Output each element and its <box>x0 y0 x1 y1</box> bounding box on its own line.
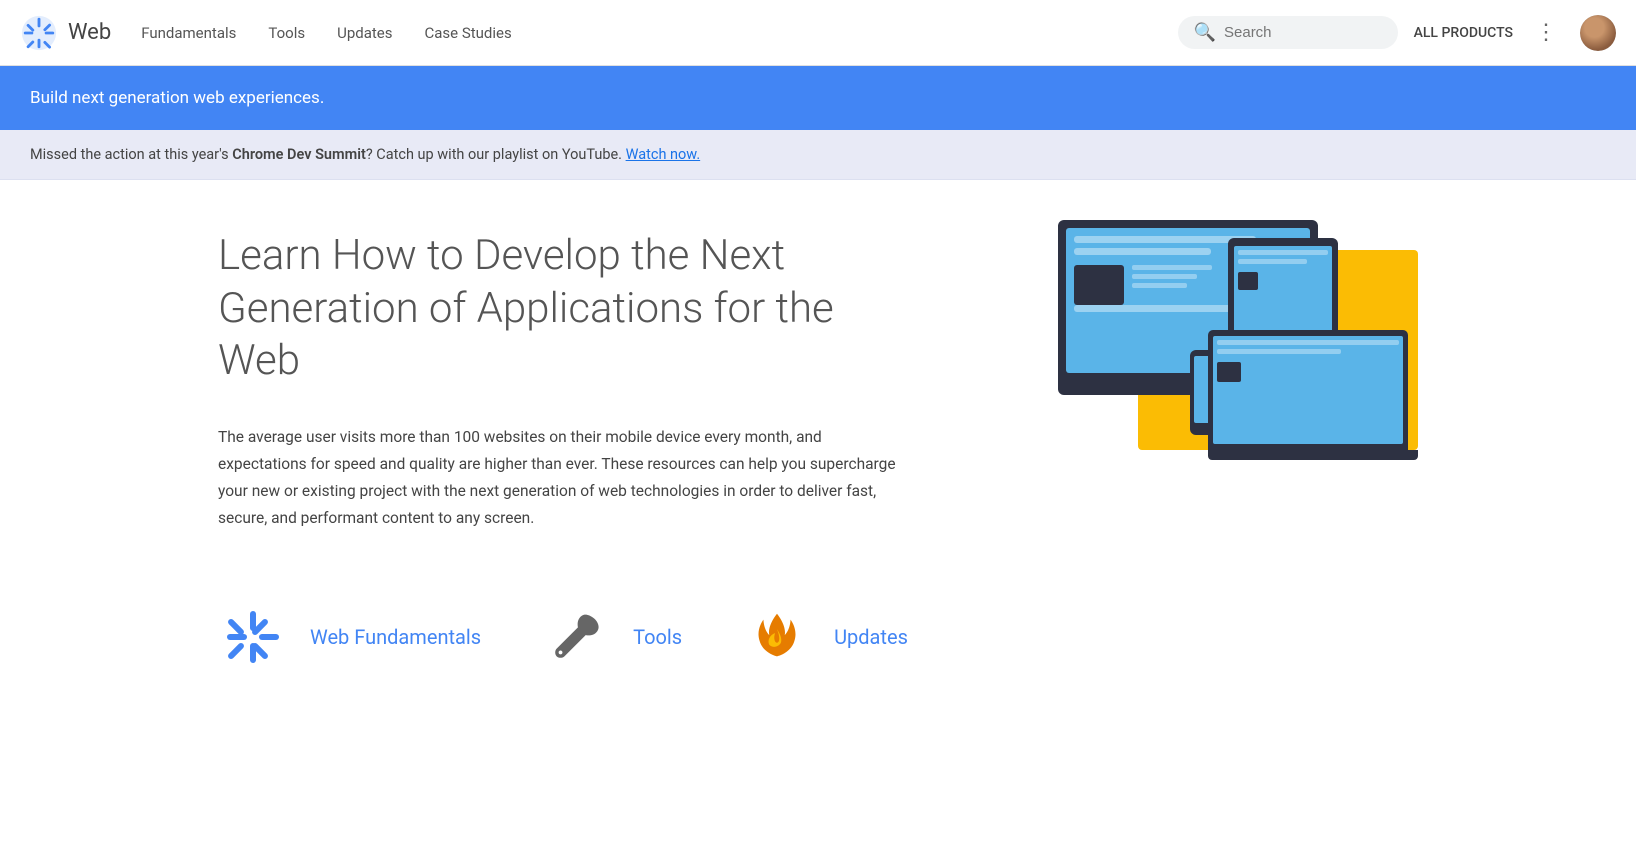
bottom-card-tools[interactable]: Tools <box>541 602 682 672</box>
watch-now-link[interactable]: Watch now. <box>626 146 701 163</box>
search-icon: 🔍 <box>1194 22 1216 43</box>
navbar: Web Fundamentals Tools Updates Case Stud… <box>0 0 1636 66</box>
search-input[interactable] <box>1224 24 1382 41</box>
avatar[interactable] <box>1580 15 1616 51</box>
bottom-card-fundamentals[interactable]: Web Fundamentals <box>218 602 481 672</box>
laptop <box>1208 330 1418 460</box>
search-container[interactable]: 🔍 <box>1178 16 1398 49</box>
logo-text: Web <box>68 20 111 45</box>
nav-case-studies[interactable]: Case Studies <box>424 24 511 42</box>
nav-right: 🔍 ALL PRODUCTS ⋮ <box>1178 15 1616 51</box>
content-left: Learn How to Develop the Next Generation… <box>218 230 914 532</box>
main-content: Learn How to Develop the Next Generation… <box>168 180 1468 562</box>
nav-updates[interactable]: Updates <box>337 24 392 42</box>
web-fundamentals-label[interactable]: Web Fundamentals <box>310 625 481 649</box>
avatar-image <box>1580 15 1616 51</box>
tools-label[interactable]: Tools <box>633 625 682 649</box>
hero-illustration <box>1058 220 1418 460</box>
content-right <box>954 230 1418 460</box>
bottom-section: Web Fundamentals Tools Updates <box>168 562 1468 692</box>
main-heading: Learn How to Develop the Next Generation… <box>218 230 914 388</box>
logo[interactable]: Web <box>20 14 111 52</box>
flame-svg <box>748 608 806 666</box>
asterisk-svg <box>223 607 283 667</box>
logo-icon <box>20 14 58 52</box>
content-layout: Learn How to Develop the Next Generation… <box>218 230 1418 532</box>
updates-label[interactable]: Updates <box>834 625 908 649</box>
updates-icon <box>742 602 812 672</box>
hero-banner: Build next generation web experiences. <box>0 66 1636 130</box>
hero-text: Build next generation web experiences. <box>30 88 324 108</box>
notification-text-after: ? Catch up with our playlist on YouTube. <box>366 146 626 163</box>
all-products-button[interactable]: ALL PRODUCTS <box>1414 25 1513 41</box>
web-fundamentals-icon <box>218 602 288 672</box>
bottom-card-updates[interactable]: Updates <box>742 602 908 672</box>
more-options-icon[interactable]: ⋮ <box>1529 16 1564 49</box>
laptop-base <box>1208 450 1418 460</box>
notification-highlight: Chrome Dev Summit <box>232 146 366 163</box>
nav-fundamentals[interactable]: Fundamentals <box>141 24 236 42</box>
laptop-screen <box>1208 330 1408 450</box>
nav-tools[interactable]: Tools <box>268 24 305 42</box>
notification-bar: Missed the action at this year's Chrome … <box>0 130 1636 180</box>
nav-links: Fundamentals Tools Updates Case Studies <box>141 24 1177 42</box>
wrench-svg <box>547 608 605 666</box>
notification-text-before: Missed the action at this year's <box>30 146 232 163</box>
main-body: The average user visits more than 100 we… <box>218 424 914 533</box>
tools-icon <box>541 602 611 672</box>
